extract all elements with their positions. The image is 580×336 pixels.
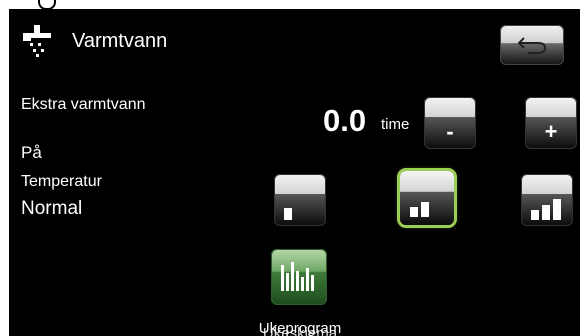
shower-faucet-icon	[21, 23, 57, 59]
weekly-schedule-button[interactable]	[271, 249, 327, 305]
extra-hot-water-label: Ekstra varmtvann	[21, 96, 146, 113]
weekly-schedule-text: Ukeskjema	[262, 325, 338, 336]
hours-unit: time	[381, 116, 410, 133]
bar-chart-icon	[281, 262, 314, 291]
extra-hot-water-status: På	[21, 143, 42, 162]
temperature-value: Normal	[21, 198, 83, 219]
back-arrow-icon	[517, 37, 547, 54]
back-button[interactable]	[500, 25, 564, 65]
extra-hot-water-hours: 0.0	[323, 103, 367, 138]
page-title: Varmtvann	[72, 30, 168, 52]
temperature-label: Temperatur	[21, 173, 102, 190]
minus-icon: -	[446, 119, 454, 144]
screen: Varmtvann Ekstra varmtvann På Temperatur…	[9, 9, 580, 336]
temperature-normal-button[interactable]	[400, 171, 454, 225]
increase-button[interactable]: +	[525, 97, 577, 149]
level-one-bar-icon	[284, 208, 292, 220]
decrease-button[interactable]: -	[424, 97, 476, 149]
level-two-bars-icon	[410, 202, 429, 217]
temperature-low-button[interactable]	[274, 174, 326, 226]
plus-icon: +	[544, 119, 558, 144]
level-three-bars-icon	[531, 199, 561, 220]
temperature-high-button[interactable]	[521, 174, 573, 226]
